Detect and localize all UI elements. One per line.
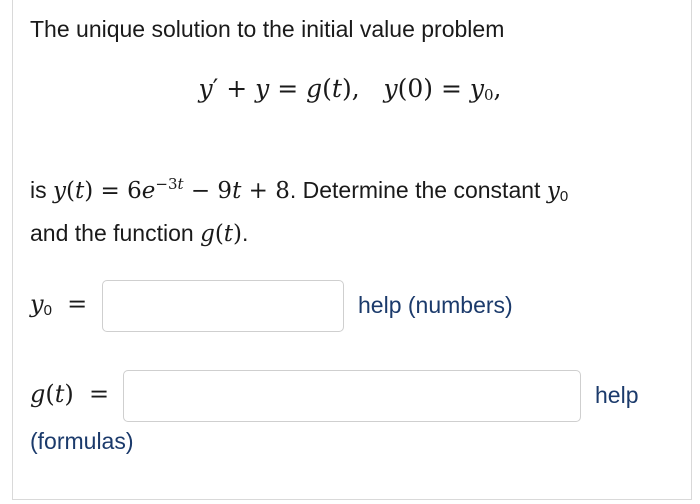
g-input[interactable]: [123, 370, 581, 422]
problem-intro: The unique solution to the initial value…: [30, 16, 505, 42]
statement-period: .: [242, 220, 249, 246]
g-help-link[interactable]: help: [595, 382, 638, 409]
ivp-equation: y′ + y = g(t), y(0) = y0,: [198, 74, 502, 104]
y0-input[interactable]: [102, 280, 344, 332]
statement-end: and the function: [30, 220, 194, 246]
y0-help-link[interactable]: help (numbers): [358, 292, 513, 319]
solution-formula: y(t) = 6e−3t − 9t + 8: [53, 175, 290, 204]
g-label: g(t) =: [30, 380, 110, 408]
statement-mid: . Determine the constant: [289, 177, 541, 203]
g-symbol: g(t): [200, 221, 243, 247]
y0-symbol: y0: [546, 178, 569, 205]
problem-statement: is y(t) = 6e−3t − 9t + 8. Determine the …: [30, 172, 670, 253]
y0-label: y0 =: [30, 290, 88, 319]
g-help-formulas-link[interactable]: (formulas): [30, 428, 134, 455]
statement-is: is: [30, 177, 47, 203]
